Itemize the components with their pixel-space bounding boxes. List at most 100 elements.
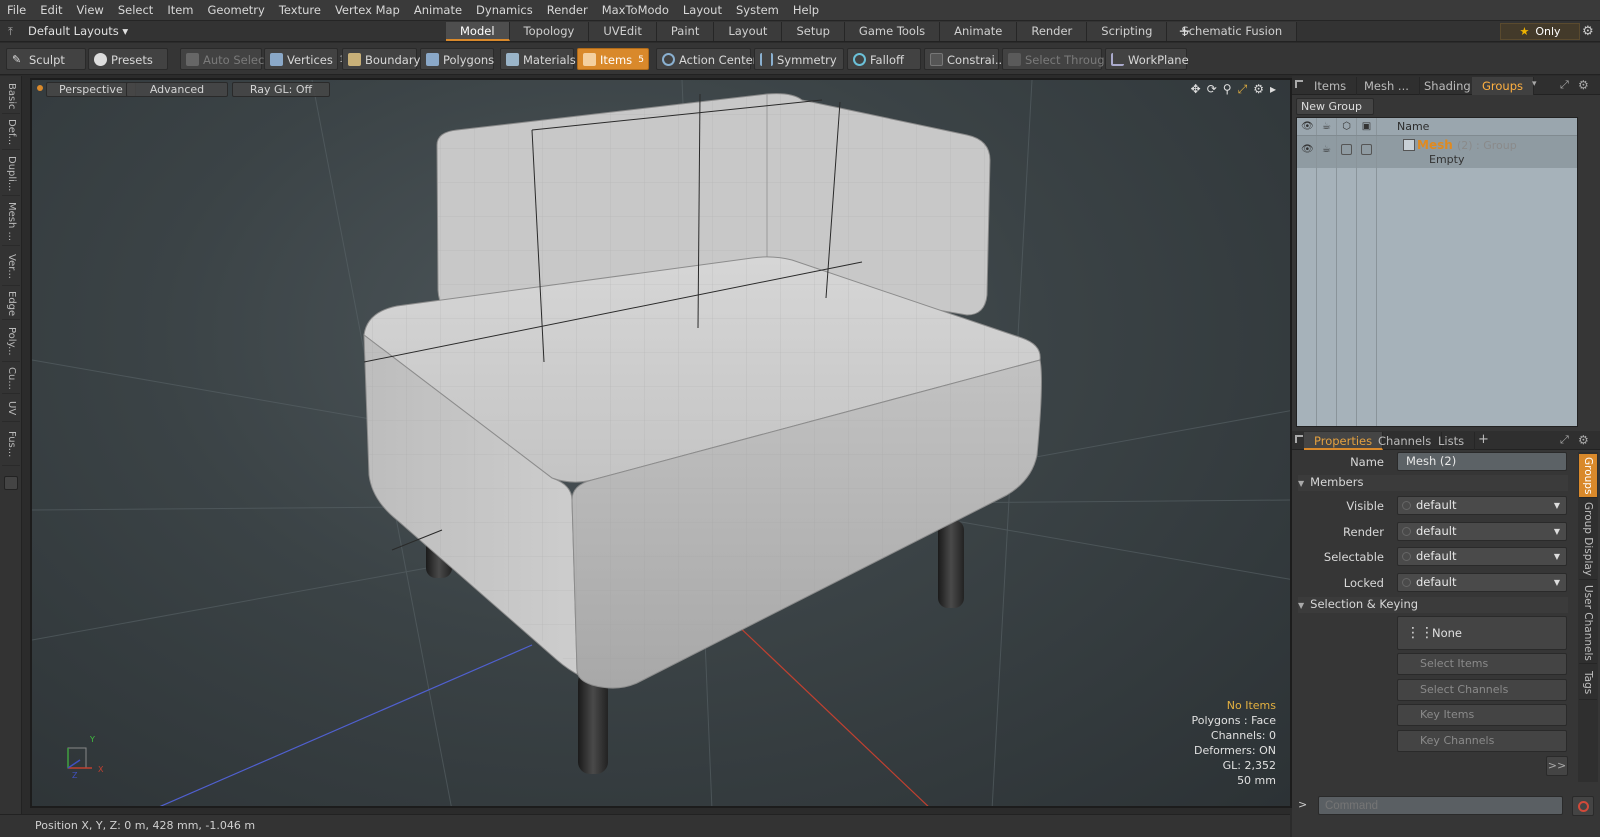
tab-lists[interactable]: Lists (1428, 432, 1476, 450)
gear-icon[interactable]: ⚙ (1582, 24, 1594, 39)
falloff-button[interactable]: Falloff (847, 48, 921, 70)
menu-layout[interactable]: Layout (676, 0, 729, 21)
table-row[interactable]: 👁 ☕ Mesh (2) : Group Empty (1297, 136, 1577, 168)
menu-maxtomodo[interactable]: MaxToModo (595, 0, 676, 21)
constraints-button[interactable]: Constrai... (924, 48, 1006, 70)
viewport-expand-icon[interactable]: ▸ (1270, 82, 1276, 97)
selectable-dropdown[interactable]: default ▼ (1397, 547, 1567, 566)
shading-dropdown[interactable]: Advanced (126, 82, 228, 97)
rotate-view-icon[interactable]: ⟳ (1207, 82, 1217, 97)
left-tab-fusion[interactable]: Fus... (2, 424, 20, 466)
tab-items[interactable]: Items (1304, 77, 1358, 95)
polygons-button[interactable]: Polygons (420, 48, 494, 70)
visible-dropdown[interactable]: default ▼ (1397, 496, 1567, 515)
new-group-button[interactable]: New Group (1296, 98, 1374, 115)
tab-paint[interactable]: Paint (656, 22, 715, 41)
raygl-toggle[interactable]: Ray GL: Off (232, 82, 330, 97)
tab-topology[interactable]: Topology (509, 22, 590, 41)
tab-mesh-ops[interactable]: Mesh ... (1354, 77, 1420, 95)
left-tab-duplicate[interactable]: Dupli... (2, 152, 20, 196)
materials-button[interactable]: Materials (500, 48, 576, 70)
panel-maximize-icon[interactable]: ⤢ (1560, 78, 1569, 92)
teapot-icon[interactable]: ☕ (1321, 121, 1332, 132)
tab-setup[interactable]: Setup (782, 22, 845, 41)
tab-scripting[interactable]: Scripting (1087, 22, 1168, 41)
left-tab-expand[interactable] (4, 476, 18, 490)
menu-select[interactable]: Select (111, 0, 160, 21)
vertices-button[interactable]: Vertices1 (264, 48, 345, 70)
tab-layout[interactable]: Layout (714, 22, 783, 41)
menu-system[interactable]: System (729, 0, 786, 21)
action-center-button[interactable]: Action Center (656, 48, 757, 70)
more-button[interactable]: >> (1546, 756, 1568, 776)
tab-game-tools[interactable]: Game Tools (844, 22, 941, 41)
tab-uvedit[interactable]: UVEdit (589, 22, 657, 41)
lock-icon[interactable]: ▣ (1361, 121, 1372, 132)
key-channels-button[interactable]: Key Channels (1397, 730, 1567, 752)
add-panel-tab-icon[interactable]: + (1478, 432, 1489, 447)
boundary-button[interactable]: Boundary (342, 48, 420, 70)
fit-view-icon[interactable]: ⤢ (1238, 82, 1248, 97)
viewport-gear-icon[interactable]: ⚙ (1253, 82, 1264, 97)
locked-dropdown[interactable]: default ▼ (1397, 573, 1567, 592)
panel-gear-icon[interactable]: ⚙ (1578, 433, 1589, 447)
command-history-icon[interactable]: > (1298, 798, 1307, 811)
menu-texture[interactable]: Texture (272, 0, 328, 21)
key-items-button[interactable]: Key Items (1397, 704, 1567, 726)
left-tab-vertex[interactable]: Ver... (2, 248, 20, 286)
left-tab-basic[interactable]: Basic (2, 80, 20, 114)
panel-menu-icon[interactable] (1295, 80, 1303, 88)
menu-geometry[interactable]: Geometry (201, 0, 272, 21)
tab-model[interactable]: Model (446, 22, 510, 41)
left-tab-curve[interactable]: Cu... (2, 364, 20, 394)
tabs-overflow-icon[interactable]: ▾ (1532, 79, 1537, 89)
auto-select-button[interactable]: Auto Select (180, 48, 269, 70)
symmetry-button[interactable]: Symmetry (754, 48, 844, 70)
panel-gear-icon[interactable]: ⚙ (1578, 78, 1589, 92)
selection-set-button[interactable]: ⋮⋮ None (1397, 616, 1567, 650)
panel-menu-icon[interactable] (1295, 435, 1303, 443)
left-tab-mesh[interactable]: Mesh ... (2, 198, 20, 246)
cube-select-icon[interactable]: ⬡ (1341, 121, 1352, 132)
menu-vertex-map[interactable]: Vertex Map (328, 0, 407, 21)
panel-maximize-icon[interactable]: ⤢ (1560, 433, 1569, 447)
tab-animate[interactable]: Animate (940, 22, 1018, 41)
presets-button[interactable]: Presets (88, 48, 168, 70)
3d-viewport[interactable]: Perspective Advanced Ray GL: Off ✥ ⟳ ⚲ ⤢… (30, 78, 1292, 808)
tab-groups[interactable]: Groups (1472, 77, 1535, 95)
eye-icon[interactable]: 👁 (1301, 144, 1314, 155)
groups-list-empty-area[interactable] (1297, 168, 1577, 426)
members-section[interactable]: ▼ Members (1298, 475, 1568, 491)
viewport-menu-dot[interactable] (37, 85, 43, 91)
menu-help[interactable]: Help (786, 0, 826, 21)
menu-file[interactable]: File (0, 0, 33, 21)
name-column-header[interactable]: Name (1397, 120, 1429, 133)
menu-view[interactable]: View (70, 0, 111, 21)
side-tab-user-channels[interactable]: User Channels (1579, 582, 1597, 664)
items-button[interactable]: Items 5 (577, 48, 649, 70)
teapot-icon[interactable]: ☕ (1321, 144, 1332, 155)
select-channels-button[interactable]: Select Channels (1397, 679, 1567, 701)
left-tab-edge[interactable]: Edge (2, 288, 20, 320)
checkbox-icon[interactable] (1361, 144, 1372, 155)
group-name-field[interactable]: Mesh (2) (1397, 452, 1567, 471)
render-dropdown[interactable]: default ▼ (1397, 522, 1567, 541)
add-tab-icon[interactable]: + (1175, 22, 1194, 41)
tab-render[interactable]: Render (1017, 22, 1088, 41)
menu-animate[interactable]: Animate (407, 0, 469, 21)
side-tab-tags[interactable]: Tags (1579, 666, 1597, 700)
record-macro-button[interactable] (1572, 796, 1594, 816)
selection-keying-section[interactable]: ▼ Selection & Keying (1298, 597, 1568, 613)
left-tab-deform[interactable]: Def... (2, 116, 20, 150)
side-tab-group-display[interactable]: Group Display (1579, 500, 1597, 580)
workplane-button[interactable]: WorkPlane (1105, 48, 1189, 70)
select-through-button[interactable]: Select Through (1002, 48, 1112, 70)
only-toggle[interactable]: ★ Only (1500, 23, 1580, 40)
move-view-icon[interactable]: ✥ (1191, 82, 1201, 97)
sculpt-button[interactable]: ✎ Sculpt (6, 48, 86, 70)
eye-icon[interactable]: 👁 (1301, 121, 1314, 132)
layout-arrow-icon[interactable]: ⤒ (8, 25, 20, 38)
menu-item[interactable]: Item (160, 0, 200, 21)
groups-list[interactable]: 👁 ☕ ⬡ ▣ Name 👁 ☕ Mesh (2) : Group Empty (1296, 117, 1578, 427)
scene-canvas[interactable] (32, 80, 1292, 808)
